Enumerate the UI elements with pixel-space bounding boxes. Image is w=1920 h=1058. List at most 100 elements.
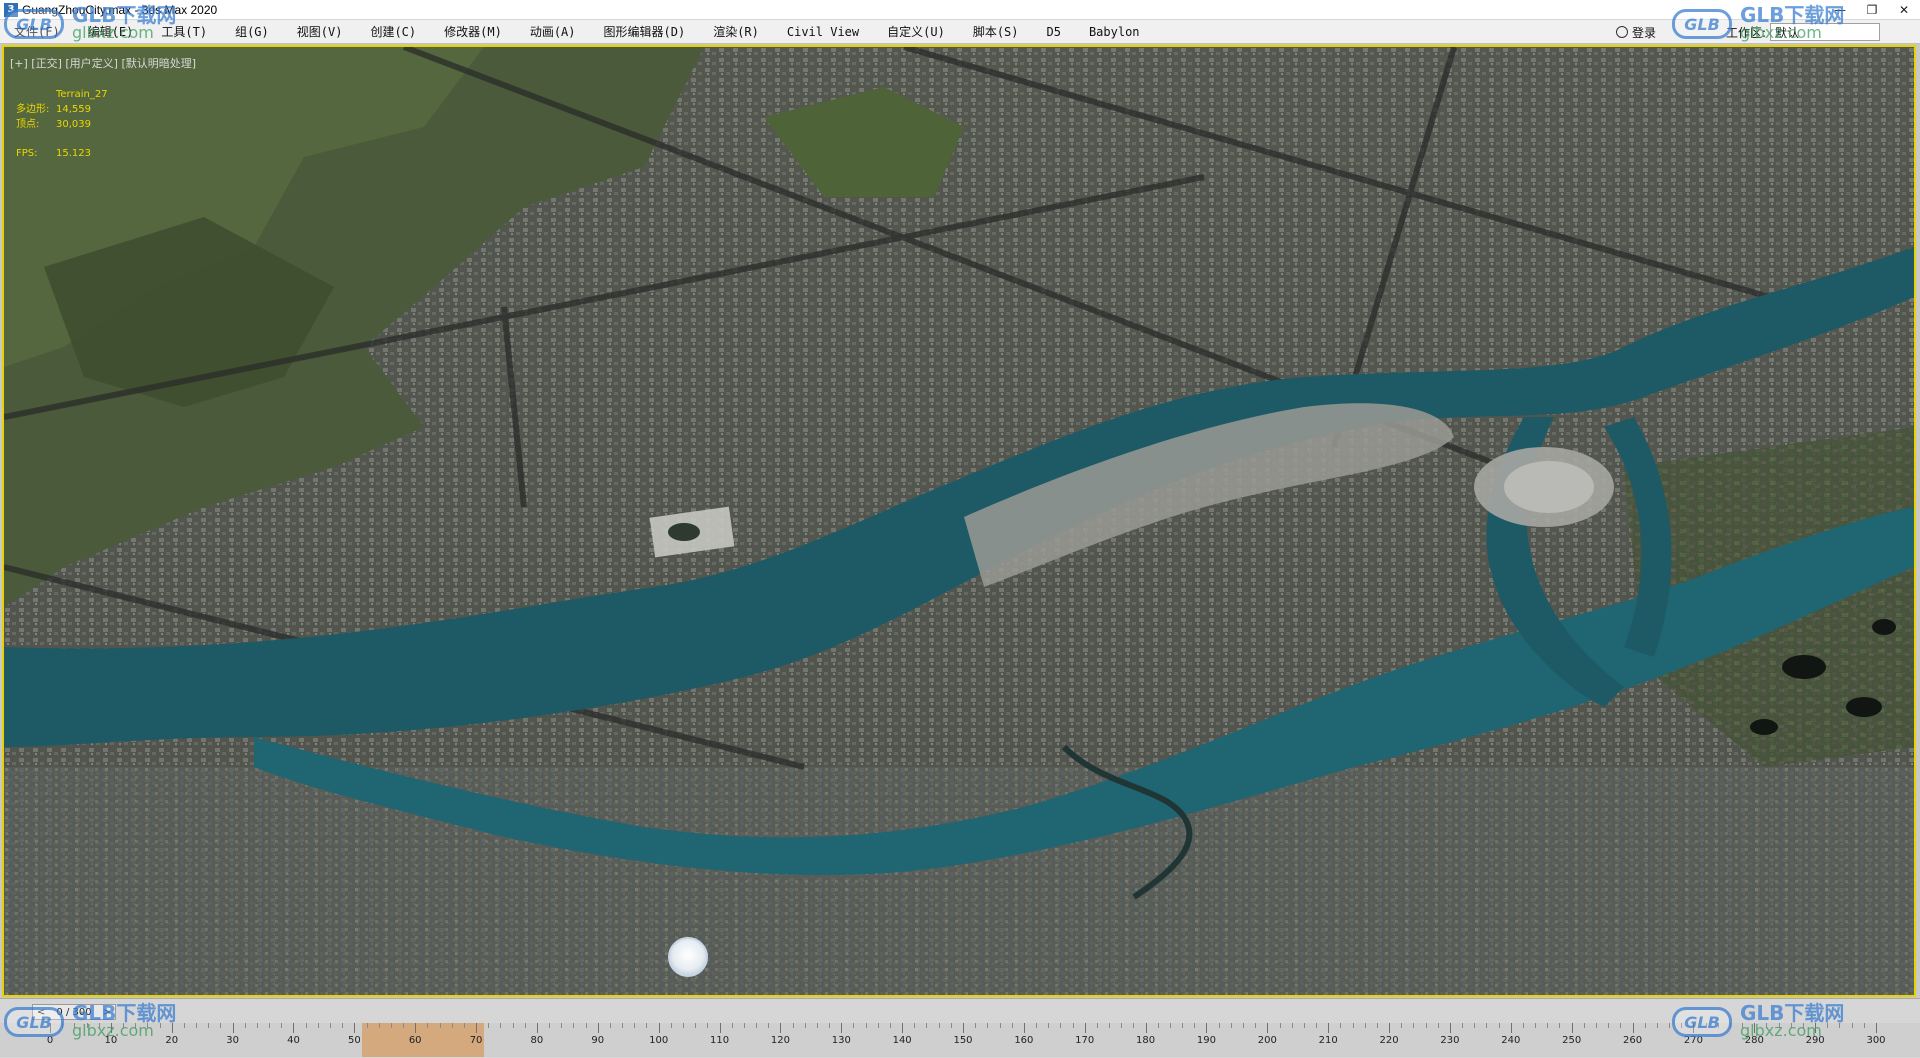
timeline-minor-tick xyxy=(1376,1023,1378,1028)
timeline-tick-label: 220 xyxy=(1379,1035,1399,1046)
timeline-minor-tick xyxy=(1279,1023,1281,1028)
timeline-tick xyxy=(719,1023,721,1033)
timeline-minor-tick xyxy=(1401,1023,1403,1028)
timeline-minor-tick xyxy=(707,1023,709,1028)
timeline-minor-tick xyxy=(1474,1023,1476,1028)
close-icon[interactable]: ✕ xyxy=(1888,0,1920,20)
timeline-tick-label: 160 xyxy=(1014,1035,1034,1046)
timeline-tick-label: 300 xyxy=(1866,1035,1886,1046)
timeline-minor-tick xyxy=(646,1023,648,1028)
menu-civil-view[interactable]: Civil View xyxy=(773,20,873,44)
timeline-minor-tick xyxy=(1060,1023,1062,1028)
timeline-minor-tick xyxy=(877,1023,879,1028)
timeline-minor-tick xyxy=(1851,1023,1853,1028)
menu-modifiers[interactable]: 修改器(M) xyxy=(430,20,516,44)
timeline-tick-label: 240 xyxy=(1501,1035,1521,1046)
timeline-minor-tick xyxy=(1255,1023,1257,1028)
navigation-orb-icon[interactable] xyxy=(668,937,708,977)
timeline-tick-label: 260 xyxy=(1622,1035,1643,1046)
timeline-minor-tick xyxy=(950,1023,952,1028)
timeline-minor-tick xyxy=(439,1023,441,1028)
menu-views[interactable]: 视图(V) xyxy=(283,20,357,44)
timeline-tick xyxy=(1084,1023,1086,1033)
timeline-minor-tick xyxy=(1157,1023,1159,1028)
timeline-tick-label: 110 xyxy=(709,1035,730,1046)
menu-d5[interactable]: D5 xyxy=(1033,20,1075,44)
timeline-minor-tick xyxy=(1535,1023,1537,1028)
timeline-minor-tick xyxy=(695,1023,697,1028)
menu-create[interactable]: 创建(C) xyxy=(356,20,430,44)
timeline-tick xyxy=(780,1023,782,1033)
timeline-minor-tick xyxy=(390,1023,392,1028)
watermark-title: GLB下载网 xyxy=(72,3,177,27)
menu-animation[interactable]: 动画(A) xyxy=(516,20,590,44)
timeline-tick xyxy=(1389,1023,1391,1033)
viewport-label[interactable]: [+] [正交] [用户定义] [默认明暗处理] xyxy=(10,55,196,71)
timeline-tick xyxy=(597,1023,599,1033)
menu-graph-editors[interactable]: 图形编辑器(D) xyxy=(590,20,700,44)
menu-rendering[interactable]: 渲染(R) xyxy=(699,20,773,44)
timeline-minor-tick xyxy=(926,1023,928,1028)
timeline-tick xyxy=(536,1023,538,1033)
timeline-tick-label: 100 xyxy=(649,1035,669,1046)
menu-bar: 文件(F) 编辑(E) 工具(T) 组(G) 视图(V) 创建(C) 修改器(M… xyxy=(0,20,1920,44)
timeline-minor-tick xyxy=(804,1023,806,1028)
timeline-minor-tick xyxy=(1644,1023,1646,1028)
fps-label: FPS: xyxy=(16,148,38,159)
timeline-tick xyxy=(232,1023,234,1033)
timeline-minor-tick xyxy=(1182,1023,1184,1028)
timeline-minor-tick xyxy=(1596,1023,1597,1028)
watermark-logo-icon: GLB xyxy=(1672,1007,1732,1037)
viewport-statistics: Terrain_27 多边形: 14,559 顶点: 30,039 FPS: 1… xyxy=(16,87,108,161)
timeline-tick xyxy=(293,1023,295,1033)
time-slider-track[interactable]: < 0 / 300 > xyxy=(0,1003,1920,1021)
watermark-bottom-right: GLB GLB下载网 glbxz.com xyxy=(1672,1003,1844,1040)
timeline-tick-label: 230 xyxy=(1440,1035,1460,1046)
timeline-tick-label: 150 xyxy=(953,1035,973,1046)
timeline-tick-label: 140 xyxy=(892,1035,912,1046)
timeline-tick xyxy=(1023,1023,1025,1033)
menu-customize[interactable]: 自定义(U) xyxy=(873,20,959,44)
timeline-minor-tick xyxy=(1218,1023,1220,1028)
timeline-minor-tick xyxy=(561,1023,563,1028)
timeline-minor-tick xyxy=(1583,1023,1585,1028)
timeline-minor-tick xyxy=(975,1023,977,1028)
timeline-minor-tick xyxy=(1669,1023,1671,1028)
timeline-tick-label: 180 xyxy=(1136,1035,1156,1046)
watermark-logo-icon: GLB xyxy=(1672,9,1732,39)
timeline-tick xyxy=(476,1023,478,1033)
restore-icon[interactable]: ❐ xyxy=(1856,0,1888,20)
timeline-minor-tick xyxy=(329,1023,331,1028)
watermark-title: GLB下载网 xyxy=(72,1001,177,1025)
timeline-minor-tick xyxy=(816,1023,818,1028)
perspective-viewport[interactable]: [+] [正交] [用户定义] [默认明暗处理] Terrain_27 多边形:… xyxy=(2,45,1916,997)
timeline-minor-tick xyxy=(585,1023,587,1028)
timeline-tick xyxy=(841,1023,843,1033)
watermark-bottom-left: GLB GLB下载网 glbxz.com xyxy=(4,1001,177,1040)
timeline-minor-tick xyxy=(938,1023,940,1028)
city-terrain-render xyxy=(4,47,1914,995)
timeline-minor-tick xyxy=(378,1023,380,1028)
timeline-minor-tick xyxy=(1486,1023,1488,1028)
signin-button[interactable]: 登录 xyxy=(1615,24,1656,41)
timeline-minor-tick xyxy=(889,1023,891,1028)
signin-label: 登录 xyxy=(1631,25,1656,40)
timeline-tick xyxy=(1145,1023,1147,1033)
timeline-minor-tick xyxy=(500,1023,502,1028)
timeline-minor-tick xyxy=(756,1023,758,1028)
timeline-ruler[interactable]: 0 10 20 30 40 50 60 70 80 90 100 110 120 130 140 150 160… xyxy=(0,1023,1920,1057)
timeline-tick-label: 80 xyxy=(530,1035,544,1046)
timeline-tick xyxy=(354,1023,356,1033)
timeline-minor-tick xyxy=(549,1023,551,1028)
timeline-minor-tick xyxy=(269,1023,271,1028)
timeline-minor-tick xyxy=(1425,1023,1427,1028)
timeline-minor-tick xyxy=(427,1023,429,1028)
menu-scripting[interactable]: 脚本(S) xyxy=(959,20,1033,44)
timeline-minor-tick xyxy=(488,1023,490,1028)
watermark-url: glbxz.com xyxy=(72,23,154,42)
fps-row: FPS: 15.123 xyxy=(16,146,108,161)
menu-babylon[interactable]: Babylon xyxy=(1075,20,1154,44)
timeline-minor-tick xyxy=(317,1023,319,1028)
menu-group[interactable]: 组(G) xyxy=(221,20,283,44)
timeline-tick-label: 190 xyxy=(1196,1035,1216,1046)
